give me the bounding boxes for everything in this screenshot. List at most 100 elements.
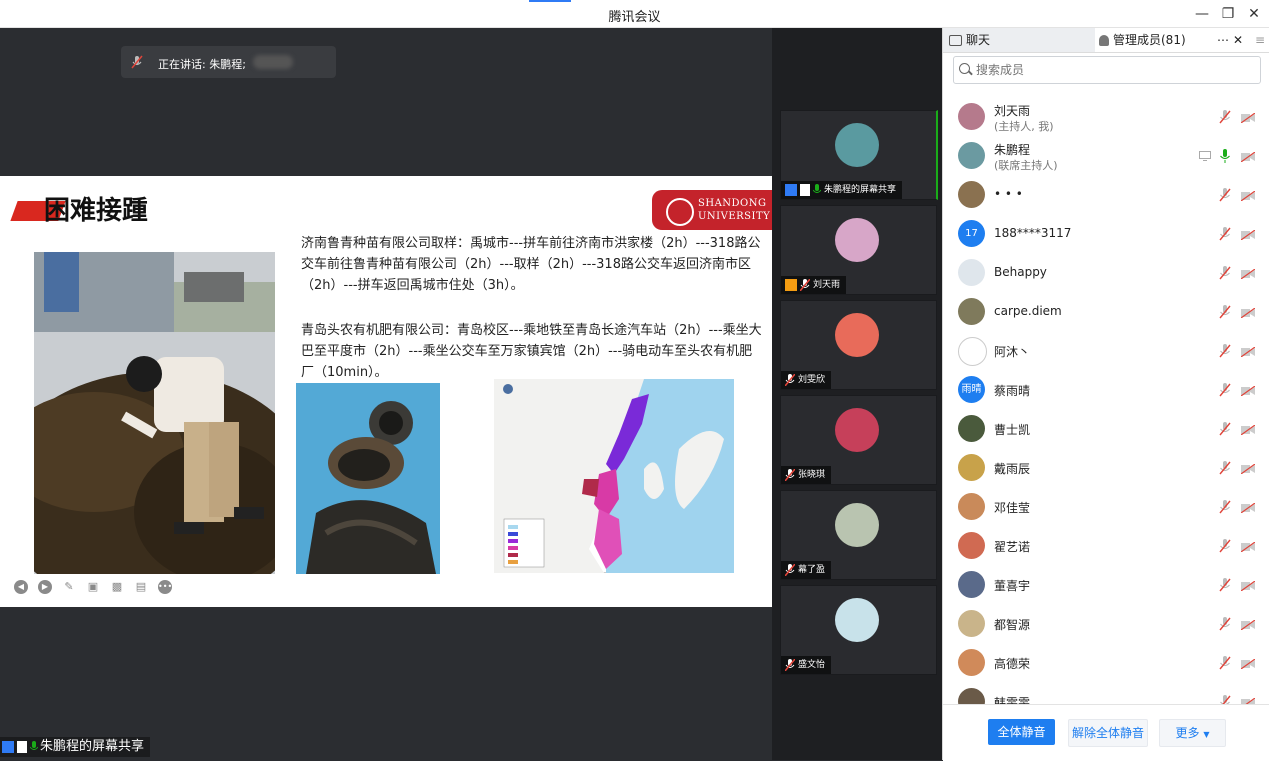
member-row[interactable]: 刘天雨 (主持人, 我) — [943, 98, 1269, 136]
mic-muted-icon[interactable] — [1219, 383, 1231, 397]
members-panel: 聊天 管理成员(81) ⋯ ✕ ≡ 刘天雨 (主持人, 我) 朱鹏程 (联席主持人) •… — [942, 28, 1269, 761]
member-row[interactable]: 都智源 — [943, 605, 1269, 643]
tab-chat[interactable]: 聊天 — [949, 28, 990, 52]
mic-muted-icon — [784, 372, 798, 387]
camera-off-icon[interactable] — [1240, 229, 1256, 241]
pipe-photo — [296, 383, 440, 574]
mic-muted-icon[interactable] — [1219, 539, 1231, 553]
camera-off-icon[interactable] — [1240, 619, 1256, 631]
tab-chat-label: 聊天 — [966, 33, 991, 47]
more-button[interactable]: 更多 ▼ — [1159, 719, 1226, 747]
camera-off-icon[interactable] — [1240, 502, 1256, 514]
camera-off-icon[interactable] — [1240, 541, 1256, 553]
mic-muted-icon[interactable] — [1219, 305, 1231, 319]
member-row[interactable]: 高德荣 — [943, 644, 1269, 682]
participant-tile[interactable]: 朱鹏程的屏幕共享 — [780, 110, 938, 200]
unmute-all-button[interactable]: 解除全体静音 — [1068, 719, 1148, 747]
next-slide-button[interactable]: ▶ — [38, 580, 52, 594]
mic-muted-icon[interactable] — [1219, 617, 1231, 631]
member-name: 邓佳莹 — [994, 501, 1031, 515]
mic-on-icon — [29, 740, 39, 750]
camera-off-icon[interactable] — [1240, 307, 1256, 319]
camera-off-icon[interactable] — [1240, 190, 1256, 202]
mic-muted-icon[interactable] — [1219, 227, 1231, 241]
mic-on-icon[interactable] — [1219, 149, 1231, 163]
camera-off-icon[interactable] — [1240, 268, 1256, 280]
title-bar: 腾讯会议 — ❐ ✕ — [0, 0, 1269, 28]
camera-off-icon[interactable] — [1240, 424, 1256, 436]
more-options-icon[interactable]: ••• — [158, 580, 172, 594]
participant-tile[interactable]: 刘天雨 — [780, 205, 937, 295]
member-row[interactable]: 17 188****3117 — [943, 215, 1269, 253]
rainfall-map — [494, 379, 734, 573]
participant-tile[interactable]: 幕了盈 — [780, 490, 937, 580]
screen-share-label: 朱鹏程的屏幕共享 — [0, 737, 151, 757]
minimize-button[interactable]: — — [1192, 4, 1212, 24]
camera-off-icon[interactable] — [1240, 385, 1256, 397]
menu-icon[interactable]: ≡ — [1255, 28, 1265, 52]
pen-icon[interactable]: ✎ — [62, 580, 76, 594]
mute-all-button[interactable]: 全体静音 — [988, 719, 1055, 745]
avatar — [835, 503, 879, 547]
mic-on-icon — [812, 183, 824, 195]
camera-off-icon[interactable] — [1240, 151, 1256, 163]
member-row[interactable]: 邓佳莹 — [943, 488, 1269, 526]
member-name: 翟艺诺 — [994, 540, 1031, 554]
avatar — [835, 218, 879, 262]
avatar: 雨晴 — [958, 376, 985, 403]
person-icon — [1099, 35, 1109, 46]
member-name: 朱鹏程 — [994, 143, 1031, 157]
share-label-text: 朱鹏程的屏幕共享 — [40, 739, 145, 754]
member-row[interactable]: carpe.diem — [943, 293, 1269, 331]
tile-name: 朱鹏程的屏幕共享 — [824, 185, 897, 195]
close-panel-icon[interactable]: ✕ — [1233, 28, 1243, 52]
participant-tile[interactable]: 盛文怡 — [780, 585, 937, 675]
mic-muted-icon[interactable] — [1219, 188, 1231, 202]
video-icon[interactable]: ▩ — [110, 580, 124, 594]
participant-tile[interactable]: 张晓琪 — [780, 395, 937, 485]
mic-muted-icon[interactable] — [1219, 422, 1231, 436]
camera-off-icon[interactable] — [1240, 112, 1256, 124]
logo-line1: SHANDONG — [698, 198, 767, 209]
mic-muted-icon[interactable] — [1219, 266, 1231, 280]
search-input[interactable] — [974, 59, 1258, 81]
member-row[interactable]: • • • — [943, 176, 1269, 214]
tab-members-label: 管理成员(81) — [1113, 33, 1186, 47]
mic-muted-icon — [784, 657, 798, 672]
camera-off-icon[interactable] — [1240, 580, 1256, 592]
mic-muted-icon[interactable] — [1219, 500, 1231, 514]
member-row[interactable]: 朱鹏程 (联席主持人) — [943, 137, 1269, 175]
avatar — [958, 610, 985, 637]
camera-off-icon[interactable] — [1240, 346, 1256, 358]
member-row[interactable]: 戴雨辰 — [943, 449, 1269, 487]
member-row[interactable]: 雨晴 蔡雨晴 — [943, 371, 1269, 409]
focus-icon[interactable]: ▣ — [86, 580, 100, 594]
member-name: 188****3117 — [994, 226, 1072, 240]
member-row[interactable]: 曹士凯 — [943, 410, 1269, 448]
mic-muted-icon[interactable] — [1219, 461, 1231, 475]
prev-slide-button[interactable]: ◀ — [14, 580, 28, 594]
tab-members[interactable]: 管理成员(81) ⋯ ✕ ≡ — [1095, 28, 1269, 52]
mic-muted-icon[interactable] — [1219, 344, 1231, 358]
member-row[interactable]: 董喜宇 — [943, 566, 1269, 604]
participant-tile[interactable]: 刘雯欣 — [780, 300, 937, 390]
more-button-label: 更多 — [1175, 726, 1200, 740]
close-button[interactable]: ✕ — [1244, 4, 1264, 24]
slide-heading: 困难接踵 — [44, 196, 149, 226]
mic-muted-icon[interactable] — [1219, 110, 1231, 124]
comment-icon[interactable]: ▤ — [134, 580, 148, 594]
tile-name: 盛文怡 — [798, 660, 826, 670]
more-icon[interactable]: ⋯ — [1217, 28, 1229, 52]
member-row[interactable]: 阿沐丶 — [943, 332, 1269, 370]
member-search[interactable] — [953, 56, 1261, 84]
member-row[interactable]: Behappy — [943, 254, 1269, 292]
restore-button[interactable]: ❐ — [1218, 4, 1238, 24]
camera-off-icon[interactable] — [1240, 463, 1256, 475]
member-row[interactable]: 翟艺诺 — [943, 527, 1269, 565]
mic-muted-icon[interactable] — [1219, 578, 1231, 592]
tile-name-bar: 盛文怡 — [781, 656, 832, 674]
camera-off-icon[interactable] — [1240, 658, 1256, 670]
mic-muted-icon[interactable] — [1219, 656, 1231, 670]
screen-share-icon — [1199, 150, 1211, 161]
member-name: 蔡雨晴 — [994, 384, 1031, 398]
